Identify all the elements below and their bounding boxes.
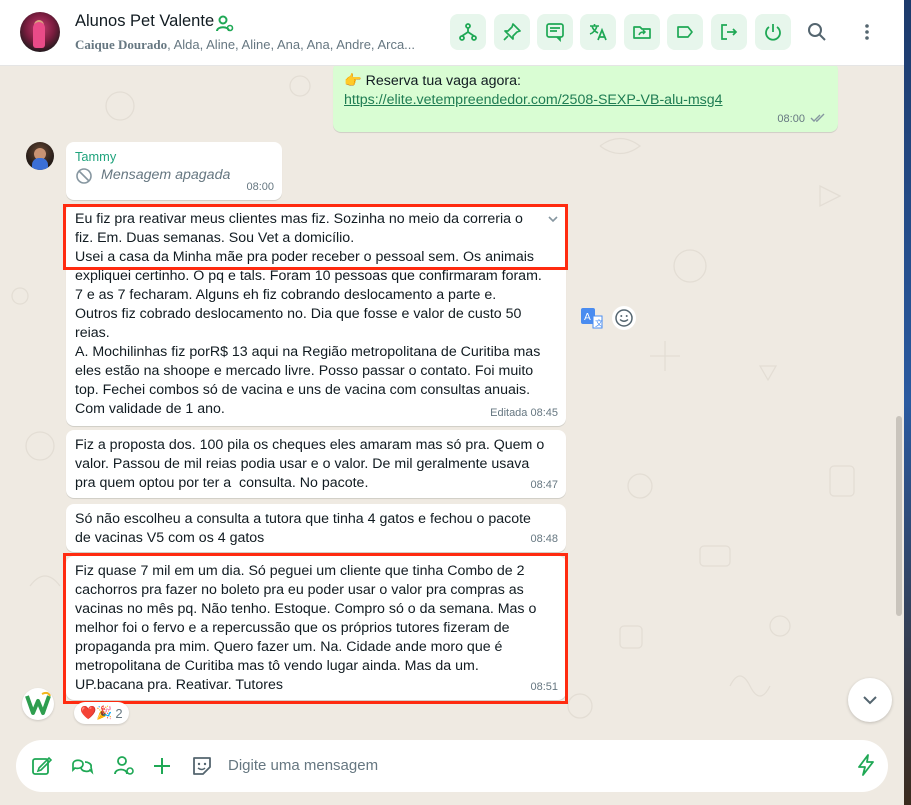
mention-icon[interactable]	[112, 754, 136, 778]
message-text: Só não escolheu a consulta a tutora que …	[75, 511, 531, 546]
summary-icon	[546, 23, 564, 42]
quick-replies-icon[interactable]	[70, 754, 94, 778]
message-meta: 08:00	[777, 110, 826, 129]
message-promo[interactable]: 👉 Reserva tua vaga agora: https://elite.…	[333, 66, 838, 132]
group-title[interactable]: Alunos Pet Valente	[75, 12, 214, 31]
forward-folder-icon	[633, 26, 651, 39]
translate-message-icon[interactable]: A 文	[580, 306, 604, 330]
chat-area[interactable]: 👉 Reserva tua vaga agora: https://elite.…	[0, 66, 904, 738]
smiley-icon	[615, 309, 633, 327]
svg-text:A: A	[584, 312, 591, 323]
message-2[interactable]: Fiz a proposta dos. 100 pila os cheques …	[66, 430, 566, 498]
sender-avatar-logo[interactable]	[22, 688, 54, 720]
pin-button[interactable]	[494, 14, 530, 50]
window-edge	[904, 0, 911, 805]
message-3[interactable]: Só não escolheu a consulta a tutora que …	[66, 504, 566, 552]
message-time: Editada 08:45	[490, 407, 558, 419]
message-text: Fiz a proposta dos. 100 pila os cheques …	[75, 437, 545, 491]
message-time: 08:00	[777, 113, 805, 125]
search-button[interactable]	[801, 16, 833, 48]
menu-icon	[865, 24, 869, 40]
highlight-box	[63, 553, 568, 704]
message-deleted[interactable]: Tammy Mensagem apagada 08:00	[66, 142, 282, 200]
double-check-icon	[810, 113, 825, 122]
message-time: 08:47	[530, 479, 558, 491]
label-button[interactable]	[667, 14, 703, 50]
power-button[interactable]	[755, 14, 791, 50]
message-time: 08:48	[530, 533, 558, 545]
power-icon	[765, 24, 781, 41]
folder-forward-button[interactable]	[624, 14, 660, 50]
react-button[interactable]	[612, 306, 636, 330]
menu-button[interactable]	[851, 16, 883, 48]
lightning-icon[interactable]	[854, 753, 878, 777]
pin-icon	[503, 23, 521, 41]
member-first: Caique Dourado	[75, 37, 168, 52]
sender-avatar[interactable]	[26, 142, 54, 170]
composer-area: Digite uma mensagem	[0, 738, 904, 805]
exit-button[interactable]	[711, 14, 747, 50]
chevron-down-icon	[863, 696, 877, 705]
summary-button[interactable]	[537, 14, 573, 50]
add-icon[interactable]	[150, 754, 174, 778]
search-icon	[808, 23, 826, 41]
highlight-box	[63, 204, 568, 270]
sender-name[interactable]: Tammy	[75, 148, 274, 166]
fork-button[interactable]	[450, 14, 486, 50]
community-icon	[216, 15, 234, 32]
fork-icon	[459, 23, 477, 41]
reaction-count: 2	[115, 705, 123, 721]
label-icon	[677, 26, 693, 38]
composer-bar[interactable]: Digite uma mensagem	[16, 740, 888, 792]
member-list: , Alda, Aline, Aline, Ana, Ana, Andre, A…	[167, 37, 416, 52]
scrollbar[interactable]	[896, 416, 902, 616]
edit-icon[interactable]	[30, 754, 54, 778]
scroll-down-button[interactable]	[848, 678, 892, 722]
message-text: 👉 Reserva tua vaga agora:	[344, 73, 521, 89]
exit-icon	[721, 24, 738, 40]
deleted-content: Mensagem apagada	[75, 166, 274, 185]
reaction-emojis: ❤️🎉	[80, 705, 113, 720]
group-avatar[interactable]	[20, 12, 60, 52]
blocked-icon	[76, 167, 92, 184]
translate-icon	[589, 24, 607, 41]
message-link[interactable]: https://elite.vetempreendedor.com/2508-S…	[342, 91, 830, 110]
message-input[interactable]: Digite uma mensagem	[228, 757, 378, 774]
message-reactions[interactable]: ❤️🎉 2	[74, 702, 129, 724]
group-members[interactable]: Caique Dourado, Alda, Aline, Aline, Ana,…	[75, 37, 435, 53]
deleted-text: Mensagem apagada	[101, 167, 231, 183]
sticker-icon[interactable]	[190, 754, 214, 778]
w-logo-icon	[25, 691, 51, 715]
message-time: 08:00	[246, 181, 274, 193]
svg-text:文: 文	[595, 318, 603, 328]
translate-button[interactable]	[580, 14, 616, 50]
chat-header: Alunos Pet Valente Caique Dourado, Alda,…	[0, 0, 904, 66]
